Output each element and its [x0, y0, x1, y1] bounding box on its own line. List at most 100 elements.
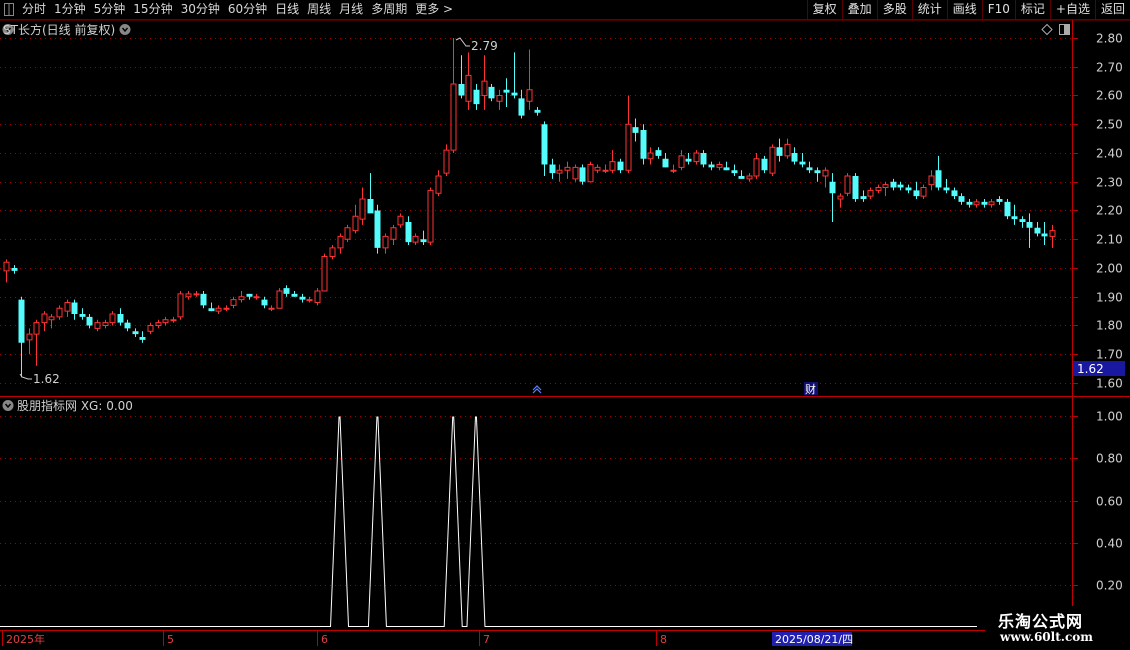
candle-body-down — [405, 222, 412, 243]
price-axis: 2.80 2.70 2.60 2.50 2.40 2.30 2.20 2.10 2.00 1.90… — [1073, 32, 1123, 391]
candle-body-down — [473, 89, 480, 105]
candle-body-down — [731, 170, 738, 174]
candle-body-up — [973, 201, 980, 206]
candle-body-up — [678, 155, 685, 168]
candle-body-up — [435, 175, 442, 194]
candle-body-up — [155, 322, 162, 326]
candle-body-down — [132, 331, 139, 335]
indicator-collapse-icon[interactable] — [2, 400, 14, 411]
candle-body-up — [41, 313, 48, 324]
candle-body-down — [1026, 222, 1033, 228]
candle-body-up — [276, 290, 283, 309]
candle-body-down — [139, 337, 146, 340]
candle-body-up — [572, 166, 579, 180]
candle-body-down — [71, 302, 78, 314]
candle-body-down — [860, 196, 867, 199]
candle-body-down — [534, 109, 541, 113]
candle-body-up — [450, 83, 457, 151]
candle-body-down — [852, 176, 859, 199]
current-price-label: 1.62 — [1077, 362, 1104, 376]
kline-chart[interactable]: ST长方(日线 前复权) 2.80 2.70 2.60 2.50 2.40 2.30 2.2… — [0, 0, 1130, 650]
candle-body-down — [806, 167, 813, 171]
date-tick-label: 2025年 — [6, 632, 45, 646]
candle-body-down — [367, 199, 374, 214]
candle-body-down — [981, 201, 988, 205]
candle-body-down — [549, 164, 556, 174]
watermark-url: www.60lt.com — [1000, 630, 1093, 644]
candle-body-up — [526, 89, 533, 102]
candle-body-down — [617, 161, 624, 171]
candle-body-up — [784, 143, 791, 157]
candle-body-down — [791, 153, 798, 162]
candle-body-down — [897, 184, 904, 188]
candle-body-up — [693, 152, 700, 163]
watermark-title: 乐淘公式网 — [998, 612, 1084, 631]
candle-body-down — [511, 92, 518, 96]
candle-body-down — [1019, 219, 1026, 222]
candle-body-down — [814, 170, 821, 174]
double-up-arrow-icon[interactable] — [532, 385, 542, 394]
price-tick-label: 2.30 — [1096, 176, 1123, 190]
candle-body-up — [602, 169, 609, 172]
candle-body-down — [200, 293, 207, 306]
candle-body-up — [625, 123, 632, 171]
indicator-grid — [0, 416, 1072, 586]
candle-body-down — [708, 164, 715, 168]
candle-body-down — [208, 308, 215, 312]
candle-body-down — [299, 296, 306, 300]
candle-body-up — [875, 187, 882, 191]
price-tick-label: 1.60 — [1096, 377, 1123, 391]
price-grid — [0, 38, 1072, 384]
candle-body-down — [117, 314, 124, 323]
panel-toggle-fill — [1064, 25, 1069, 34]
candle-body-up — [3, 261, 10, 272]
price-tick-label: 2.10 — [1096, 233, 1123, 247]
candle-body-up — [397, 215, 404, 226]
candle-body-up — [147, 325, 154, 332]
candle-body-down — [291, 293, 298, 297]
candle-body-up — [215, 307, 222, 312]
cursor-date-label: 2025/08/21/四 — [775, 633, 853, 646]
title-dropdown-icon[interactable] — [119, 24, 131, 35]
high-label: 2.79 — [471, 39, 498, 53]
candle-body-down — [1004, 201, 1011, 217]
candle-body-down — [905, 187, 912, 191]
price-tick-label: 2.00 — [1096, 262, 1123, 276]
candle-body-up — [609, 161, 616, 171]
candle-body-down — [518, 98, 525, 116]
candle-body-down — [18, 299, 25, 343]
candle-body-down — [662, 158, 669, 168]
candle-body-up — [594, 166, 601, 171]
xg-signal-line — [0, 416, 977, 627]
candle-body-down — [951, 190, 958, 197]
date-tick-label: 7 — [483, 633, 490, 646]
candle-body-down — [458, 84, 465, 96]
candle-body-up — [564, 166, 571, 171]
candle-body-down — [685, 158, 692, 162]
indicator-axis: 1.00 0.80 0.60 0.40 0.20 — [1073, 410, 1123, 593]
candle-body-down — [541, 124, 548, 165]
candle-body-down — [913, 190, 920, 197]
candle-body-up — [193, 293, 200, 296]
candle-body-down — [283, 288, 290, 294]
candle-body-down — [1011, 216, 1018, 220]
candle-body-up — [837, 195, 844, 200]
candle-body-down — [966, 201, 973, 205]
candle-body-down — [86, 316, 93, 326]
candle-body-down — [958, 196, 965, 202]
candle-body-down — [488, 86, 495, 99]
candle-body-up — [753, 158, 760, 177]
candle-body-up — [185, 293, 192, 298]
indicator-tick-label: 0.40 — [1096, 537, 1123, 551]
indicator-tick-label: 0.80 — [1096, 452, 1123, 466]
diamond-icon[interactable] — [1041, 23, 1053, 36]
price-tick-label: 1.70 — [1096, 348, 1123, 362]
candle-body-up — [443, 149, 450, 174]
date-axis: 2025年 5 6 7 8 — [2, 631, 667, 646]
date-tick-label: 6 — [321, 633, 328, 646]
candle-body-up — [716, 164, 723, 168]
candle-body-down — [943, 187, 950, 191]
candle-body-down — [374, 210, 381, 248]
candle-body-down — [799, 161, 806, 165]
candle-body-up — [867, 189, 874, 197]
